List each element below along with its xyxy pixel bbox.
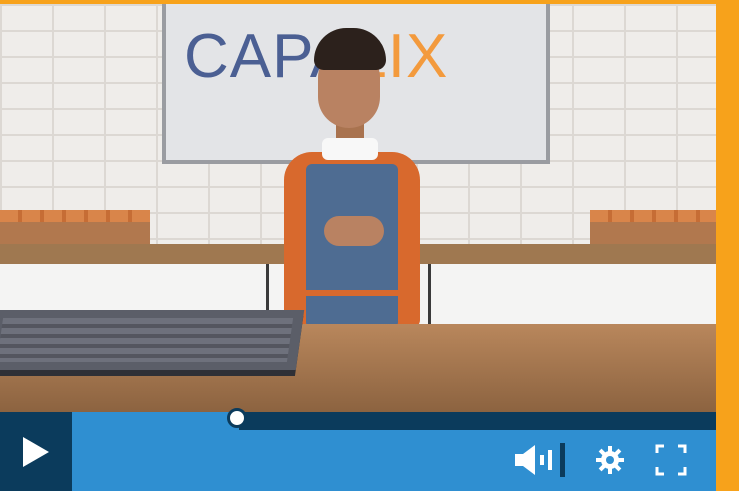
baking-tray <box>0 310 305 370</box>
play-button[interactable] <box>0 412 72 491</box>
presenter-apron <box>306 164 398 328</box>
volume-button[interactable] <box>512 441 570 479</box>
presenter-hair <box>314 28 386 70</box>
gear-icon <box>596 446 624 474</box>
settings-button[interactable] <box>592 441 628 479</box>
video-player: CAPALIX <box>0 0 739 491</box>
presenter-hands <box>324 216 384 246</box>
progress-fill <box>72 412 239 430</box>
play-icon <box>23 436 49 467</box>
apron-strip <box>306 290 398 296</box>
fullscreen-button[interactable] <box>652 441 690 479</box>
presenter-character <box>262 28 442 328</box>
right-border <box>716 0 739 491</box>
scrub-handle[interactable] <box>227 408 247 428</box>
volume-icon <box>515 443 565 477</box>
video-viewport[interactable]: CAPALIX <box>0 4 716 412</box>
fullscreen-icon <box>655 444 687 476</box>
presenter-collar <box>322 138 378 160</box>
